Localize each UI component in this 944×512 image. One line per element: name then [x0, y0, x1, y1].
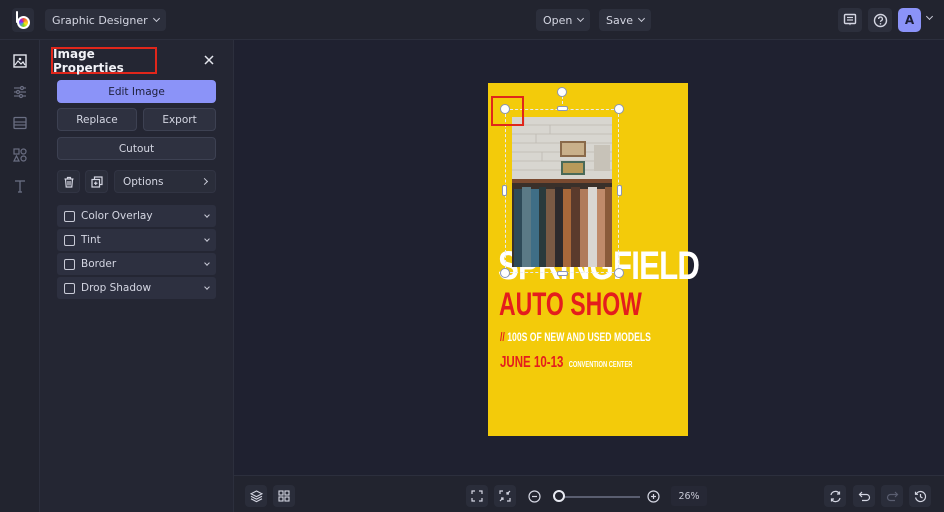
comments-button[interactable]: [838, 8, 862, 32]
logo-icon: [16, 15, 30, 29]
rail-item-adjustments[interactable]: [11, 83, 29, 101]
refresh-icon: [829, 490, 841, 502]
zoom-in-icon[interactable]: [647, 490, 660, 503]
cutout-button[interactable]: Cutout: [57, 137, 216, 160]
chevron-down-icon: [577, 14, 585, 23]
history-icon: [914, 490, 926, 502]
tagline-text: 100S OF NEW AND USED MODELS: [507, 330, 651, 344]
chevron-down-icon: [637, 14, 646, 23]
edit-image-button[interactable]: Edit Image: [57, 80, 216, 103]
workspace-label: Graphic Designer: [52, 13, 148, 27]
accordion-tint[interactable]: Tint: [57, 229, 216, 251]
shrink-icon: [499, 490, 511, 502]
fit-screen-button[interactable]: [466, 485, 488, 507]
options-button[interactable]: Options: [114, 170, 216, 193]
zoom-slider-thumb[interactable]: [552, 490, 565, 502]
shapes-icon: [13, 148, 27, 162]
resize-handle-top[interactable]: [557, 106, 568, 111]
sliders-icon: [14, 85, 26, 99]
comment-icon: [843, 13, 857, 26]
duplicate-button[interactable]: [85, 170, 108, 193]
help-icon: [873, 13, 887, 27]
tagline-slash: //: [500, 330, 505, 344]
save-label: Save: [606, 13, 634, 27]
image-icon: [13, 54, 27, 68]
accordion-drop-shadow[interactable]: Drop Shadow: [57, 277, 216, 299]
border-checkbox[interactable]: [64, 258, 75, 270]
delete-button[interactable]: [57, 170, 80, 193]
tint-checkbox[interactable]: [64, 234, 75, 246]
refresh-button[interactable]: [824, 485, 846, 507]
accordion-label: Drop Shadow: [81, 282, 152, 294]
chevron-down-icon: [204, 211, 210, 218]
resize-handle-bottom-right[interactable]: [614, 268, 624, 278]
accordion-label: Color Overlay: [81, 210, 153, 222]
layers-icon: [249, 489, 263, 502]
panel-title: Image Properties: [51, 47, 157, 75]
accordion-label: Border: [81, 258, 117, 270]
chevron-right-icon: [200, 177, 209, 186]
date-text: JUNE 10-13: [500, 354, 564, 371]
app-logo[interactable]: [12, 8, 34, 32]
layers-button[interactable]: [245, 485, 267, 507]
rail-item-graphics[interactable]: [11, 146, 29, 164]
undo-button[interactable]: [853, 485, 875, 507]
venue-text: CONVENTION CENTER: [568, 360, 633, 369]
resize-handle-bottom-left[interactable]: [500, 268, 510, 278]
tool-rail: [0, 40, 40, 512]
poster-title-auto-show[interactable]: AUTO SHOW: [499, 288, 642, 320]
expand-icon: [471, 490, 483, 502]
user-avatar[interactable]: A: [898, 8, 921, 32]
resize-handle-left[interactable]: [502, 185, 507, 196]
duplicate-icon: [90, 175, 103, 188]
export-button[interactable]: Export: [143, 108, 216, 131]
zoom-slider-track[interactable]: [556, 496, 640, 498]
help-button[interactable]: [868, 8, 892, 32]
shrink-button[interactable]: [494, 485, 516, 507]
replace-button[interactable]: Replace: [57, 108, 137, 131]
resize-handle-right[interactable]: [617, 185, 622, 196]
history-button[interactable]: [909, 485, 931, 507]
open-button[interactable]: Open: [536, 9, 591, 31]
accordion-border[interactable]: Border: [57, 253, 216, 275]
chevron-down-icon: [204, 235, 210, 242]
close-icon[interactable]: [202, 53, 216, 67]
workspace-dropdown[interactable]: Graphic Designer: [45, 9, 166, 31]
chevron-down-icon: [152, 14, 160, 23]
redo-button[interactable]: [881, 485, 903, 507]
open-label: Open: [543, 13, 573, 27]
zoom-level[interactable]: 26%: [671, 486, 707, 506]
text-icon: [15, 180, 25, 193]
rail-item-layout[interactable]: [11, 114, 29, 132]
rail-item-text[interactable]: [11, 177, 29, 195]
highlight-annotation: [491, 96, 524, 126]
resize-handle-bottom[interactable]: [557, 271, 568, 276]
trash-icon: [64, 176, 73, 188]
poster-tagline[interactable]: // 100S OF NEW AND USED MODELS: [500, 330, 651, 344]
zoom-out-icon[interactable]: [528, 490, 541, 503]
resize-handle-top-right[interactable]: [614, 104, 624, 114]
poster-date[interactable]: JUNE 10-13 CONVENTION CENTER: [500, 354, 632, 372]
chevron-down-icon: [204, 283, 210, 290]
save-button[interactable]: Save: [599, 9, 652, 31]
rotate-handle[interactable]: [557, 87, 567, 97]
undo-icon: [858, 491, 870, 501]
layout-icon: [13, 116, 27, 130]
options-label: Options: [123, 175, 164, 188]
grid-button[interactable]: [273, 485, 295, 507]
accordion-color-overlay[interactable]: Color Overlay: [57, 205, 216, 227]
selection-box[interactable]: [505, 109, 619, 273]
rail-item-image[interactable]: [11, 52, 29, 70]
redo-icon: [886, 491, 898, 501]
drop-shadow-checkbox[interactable]: [64, 282, 75, 294]
color-overlay-checkbox[interactable]: [64, 210, 75, 222]
accordion-label: Tint: [81, 234, 101, 246]
chevron-down-icon: [204, 259, 210, 266]
grid-icon: [278, 490, 290, 502]
